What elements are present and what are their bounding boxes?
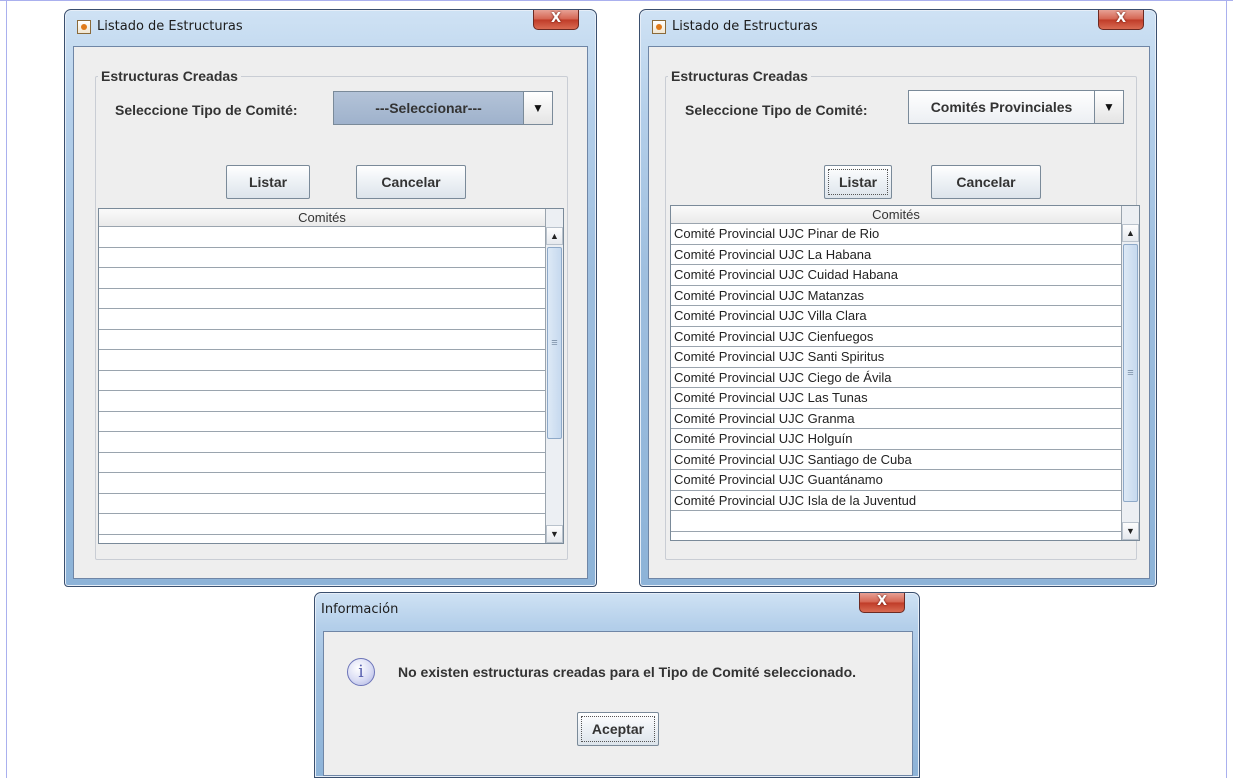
committee-type-select[interactable]: Comités Provinciales ▼ (908, 90, 1124, 124)
list-button[interactable]: Listar (226, 165, 310, 199)
java-cup-icon (77, 20, 91, 34)
table-row[interactable] (99, 289, 545, 309)
window-title: Listado de Estructuras (672, 19, 818, 34)
scroll-thumb[interactable]: ≡ (547, 247, 562, 439)
table-row[interactable] (99, 453, 545, 473)
table-row[interactable] (99, 371, 545, 391)
table-row[interactable] (99, 473, 545, 494)
table-row[interactable]: Comité Provincial UJC Cuidad Habana (671, 265, 1121, 286)
table-row[interactable]: Comité Provincial UJC Ciego de Ávila (671, 368, 1121, 388)
close-button[interactable]: X (859, 593, 905, 613)
table-row[interactable]: Comité Provincial UJC Pinar de Rio (671, 224, 1121, 245)
group-title: Estructuras Creadas (668, 68, 811, 84)
committee-type-label: Seleccione Tipo de Comité: (685, 102, 868, 118)
table-row[interactable]: Comité Provincial UJC Guantánamo (671, 470, 1121, 491)
committee-type-value: Comités Provinciales (930, 99, 1073, 115)
dialog-message: No existen estructuras creadas para el T… (398, 664, 857, 680)
dialog-titlebar[interactable]: Información X (315, 593, 919, 627)
scroll-thumb[interactable]: ≡ (1123, 244, 1138, 502)
table-row[interactable] (99, 309, 545, 330)
table-row[interactable]: Comité Provincial UJC Villa Clara (671, 306, 1121, 327)
table-row[interactable] (671, 511, 1121, 532)
committee-type-value: ---Seleccionar--- (375, 100, 482, 116)
chevron-down-icon[interactable]: ▼ (523, 92, 552, 124)
table-row[interactable] (99, 432, 545, 453)
close-button[interactable]: X (1098, 10, 1144, 30)
table-body (99, 227, 545, 535)
table-header: Comités (671, 206, 1121, 224)
arrow-down-icon[interactable]: ▼ (1122, 522, 1139, 540)
table-row[interactable]: Comité Provincial UJC Holguín (671, 429, 1121, 450)
vertical-scrollbar[interactable]: ▲ ≡ ▼ (1121, 206, 1139, 540)
right-window: Listado de Estructuras X Estructuras Cre… (639, 9, 1157, 587)
dialog-client-area: i No existen estructuras creadas para el… (323, 631, 913, 776)
arrow-up-icon[interactable]: ▲ (1122, 224, 1139, 242)
table-row[interactable]: Comité Provincial UJC Cienfuegos (671, 327, 1121, 347)
cancel-button[interactable]: Cancelar (931, 165, 1041, 199)
right-titlebar[interactable]: Listado de Estructuras X (640, 10, 1156, 44)
arrow-up-icon[interactable]: ▲ (546, 227, 563, 245)
arrow-down-icon[interactable]: ▼ (546, 525, 563, 543)
right-client-area: Estructuras Creadas Seleccione Tipo de C… (648, 46, 1150, 579)
table-row[interactable] (99, 227, 545, 248)
table-row[interactable]: Comité Provincial UJC Matanzas (671, 286, 1121, 306)
table-row[interactable]: Comité Provincial UJC Santi Spiritus (671, 347, 1121, 368)
frame-left-line (6, 0, 7, 778)
cancel-button[interactable]: Cancelar (356, 165, 466, 199)
close-button[interactable]: X (533, 10, 579, 30)
window-title: Listado de Estructuras (97, 19, 243, 34)
committee-type-select[interactable]: ---Seleccionar--- ▼ (333, 91, 553, 125)
ok-button[interactable]: Aceptar (577, 712, 659, 746)
committees-table: Comités Comité Provincial UJC Pinar de R… (670, 205, 1140, 541)
table-row[interactable]: Comité Provincial UJC Santiago de Cuba (671, 450, 1121, 470)
committee-type-label: Seleccione Tipo de Comité: (115, 102, 298, 118)
table-row[interactable] (99, 494, 545, 514)
table-row[interactable]: Comité Provincial UJC Las Tunas (671, 388, 1121, 409)
left-titlebar[interactable]: Listado de Estructuras X (65, 10, 596, 44)
table-row[interactable]: Comité Provincial UJC La Habana (671, 245, 1121, 265)
table-row[interactable] (99, 330, 545, 350)
table-header: Comités (99, 209, 545, 227)
frame-top-line (0, 0, 1233, 1)
dialog-title: Información (321, 602, 399, 617)
vertical-scrollbar[interactable]: ▲ ≡ ▼ (545, 209, 563, 543)
frame-right-line (1226, 0, 1227, 778)
table-row[interactable] (99, 248, 545, 268)
chevron-down-icon[interactable]: ▼ (1094, 91, 1123, 123)
table-row[interactable] (99, 412, 545, 432)
table-row[interactable]: Comité Provincial UJC Isla de la Juventu… (671, 491, 1121, 511)
left-client-area: Estructuras Creadas Seleccione Tipo de C… (73, 46, 588, 579)
table-row[interactable] (99, 350, 545, 371)
table-row[interactable] (99, 268, 545, 289)
table-body: Comité Provincial UJC Pinar de Rio Comité… (671, 224, 1121, 532)
table-row[interactable]: Comité Provincial UJC Granma (671, 409, 1121, 429)
group-title: Estructuras Creadas (98, 68, 241, 84)
committees-table: Comités ▲ ≡ ▼ (98, 208, 564, 544)
table-row[interactable] (99, 514, 545, 535)
info-dialog: Información X i No existen estructuras c… (314, 592, 920, 778)
java-cup-icon (652, 20, 666, 34)
list-button[interactable]: Listar (824, 165, 892, 199)
table-row[interactable] (99, 391, 545, 412)
left-window: Listado de Estructuras X Estructuras Cre… (64, 9, 597, 587)
info-icon: i (347, 658, 375, 686)
